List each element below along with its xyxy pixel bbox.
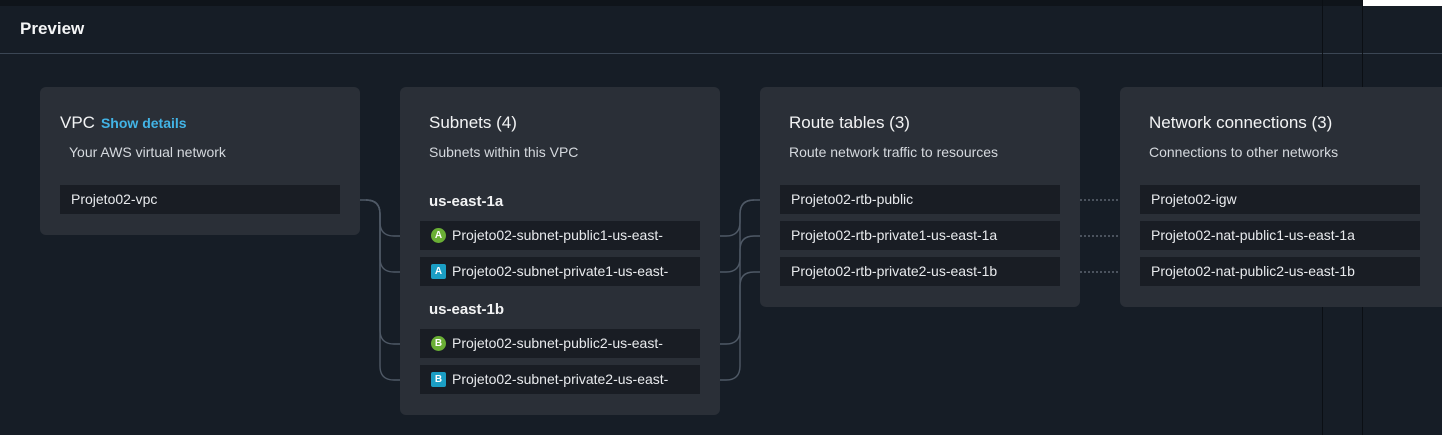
subnet-item-label: Projeto02-subnet-private1-us-east- [452,263,669,279]
route-tables-title: Route tables (3) [789,113,910,132]
vpc-title: VPC [60,113,95,132]
private-subnet-badge-icon: B [431,371,446,387]
subnets-title: Subnets (4) [429,113,517,132]
vpc-item[interactable]: Projeto02-vpc [60,185,340,214]
route-table-item-private2[interactable]: Projeto02-rtb-private2-us-east-1b [780,257,1060,286]
network-connections-title: Network connections (3) [1149,113,1333,132]
network-connection-item-igw[interactable]: Projeto02-igw [1140,185,1420,214]
vpc-card: VPC Show details Your AWS virtual network… [40,87,360,235]
route-table-item-label: Projeto02-rtb-private1-us-east-1a [791,227,998,243]
public-subnet-badge-icon: B [431,335,446,351]
subnet-item-label: Projeto02-subnet-private2-us-east- [452,371,669,387]
private-subnet-badge-icon: A [431,263,446,279]
network-connection-item-nat2[interactable]: Projeto02-nat-public2-us-east-1b [1140,257,1420,286]
subnets-card: Subnets (4) Subnets within this VPC us-e… [400,87,720,415]
subnets-description: Subnets within this VPC [429,144,579,160]
route-tables-card: Route tables (3) Route network traffic t… [760,87,1080,307]
az-label-us-east-1b: us-east-1b [429,301,505,318]
preview-title: Preview [20,19,85,38]
network-connections-description: Connections to other networks [1149,144,1339,160]
vpc-card-title: VPC Show details [60,113,187,133]
network-connection-item-label: Projeto02-igw [1151,191,1237,207]
route-tables-description: Route network traffic to resources [789,144,999,160]
az-label-us-east-1a: us-east-1a [429,193,504,210]
public-subnet-badge-icon: A [431,227,446,243]
vpc-description: Your AWS virtual network [69,144,226,160]
network-connection-item-nat1[interactable]: Projeto02-nat-public1-us-east-1a [1140,221,1420,250]
route-table-item-private1[interactable]: Projeto02-rtb-private1-us-east-1a [780,221,1060,250]
subnet-item-private2[interactable]: B Projeto02-subnet-private2-us-east- [420,365,700,394]
subnet-item-label: Projeto02-subnet-public1-us-east- [452,227,663,243]
route-table-item-public[interactable]: Projeto02-rtb-public [780,185,1060,214]
subnet-item-public2[interactable]: B Projeto02-subnet-public2-us-east- [420,329,700,358]
route-table-item-label: Projeto02-rtb-private2-us-east-1b [791,263,998,279]
subnet-item-label: Projeto02-subnet-public2-us-east- [452,335,663,351]
network-connection-item-label: Projeto02-nat-public2-us-east-1b [1151,263,1355,279]
subnet-item-public1[interactable]: A Projeto02-subnet-public1-us-east- [420,221,700,250]
network-connection-item-label: Projeto02-nat-public1-us-east-1a [1151,227,1355,243]
vpc-item-label: Projeto02-vpc [71,191,158,207]
preview-header: Preview [0,6,1442,54]
route-table-item-label: Projeto02-rtb-public [791,191,914,207]
subnet-item-private1[interactable]: A Projeto02-subnet-private1-us-east- [420,257,700,286]
network-connections-card: Network connections (3) Connections to o… [1120,87,1442,307]
show-details-link[interactable]: Show details [101,115,187,131]
